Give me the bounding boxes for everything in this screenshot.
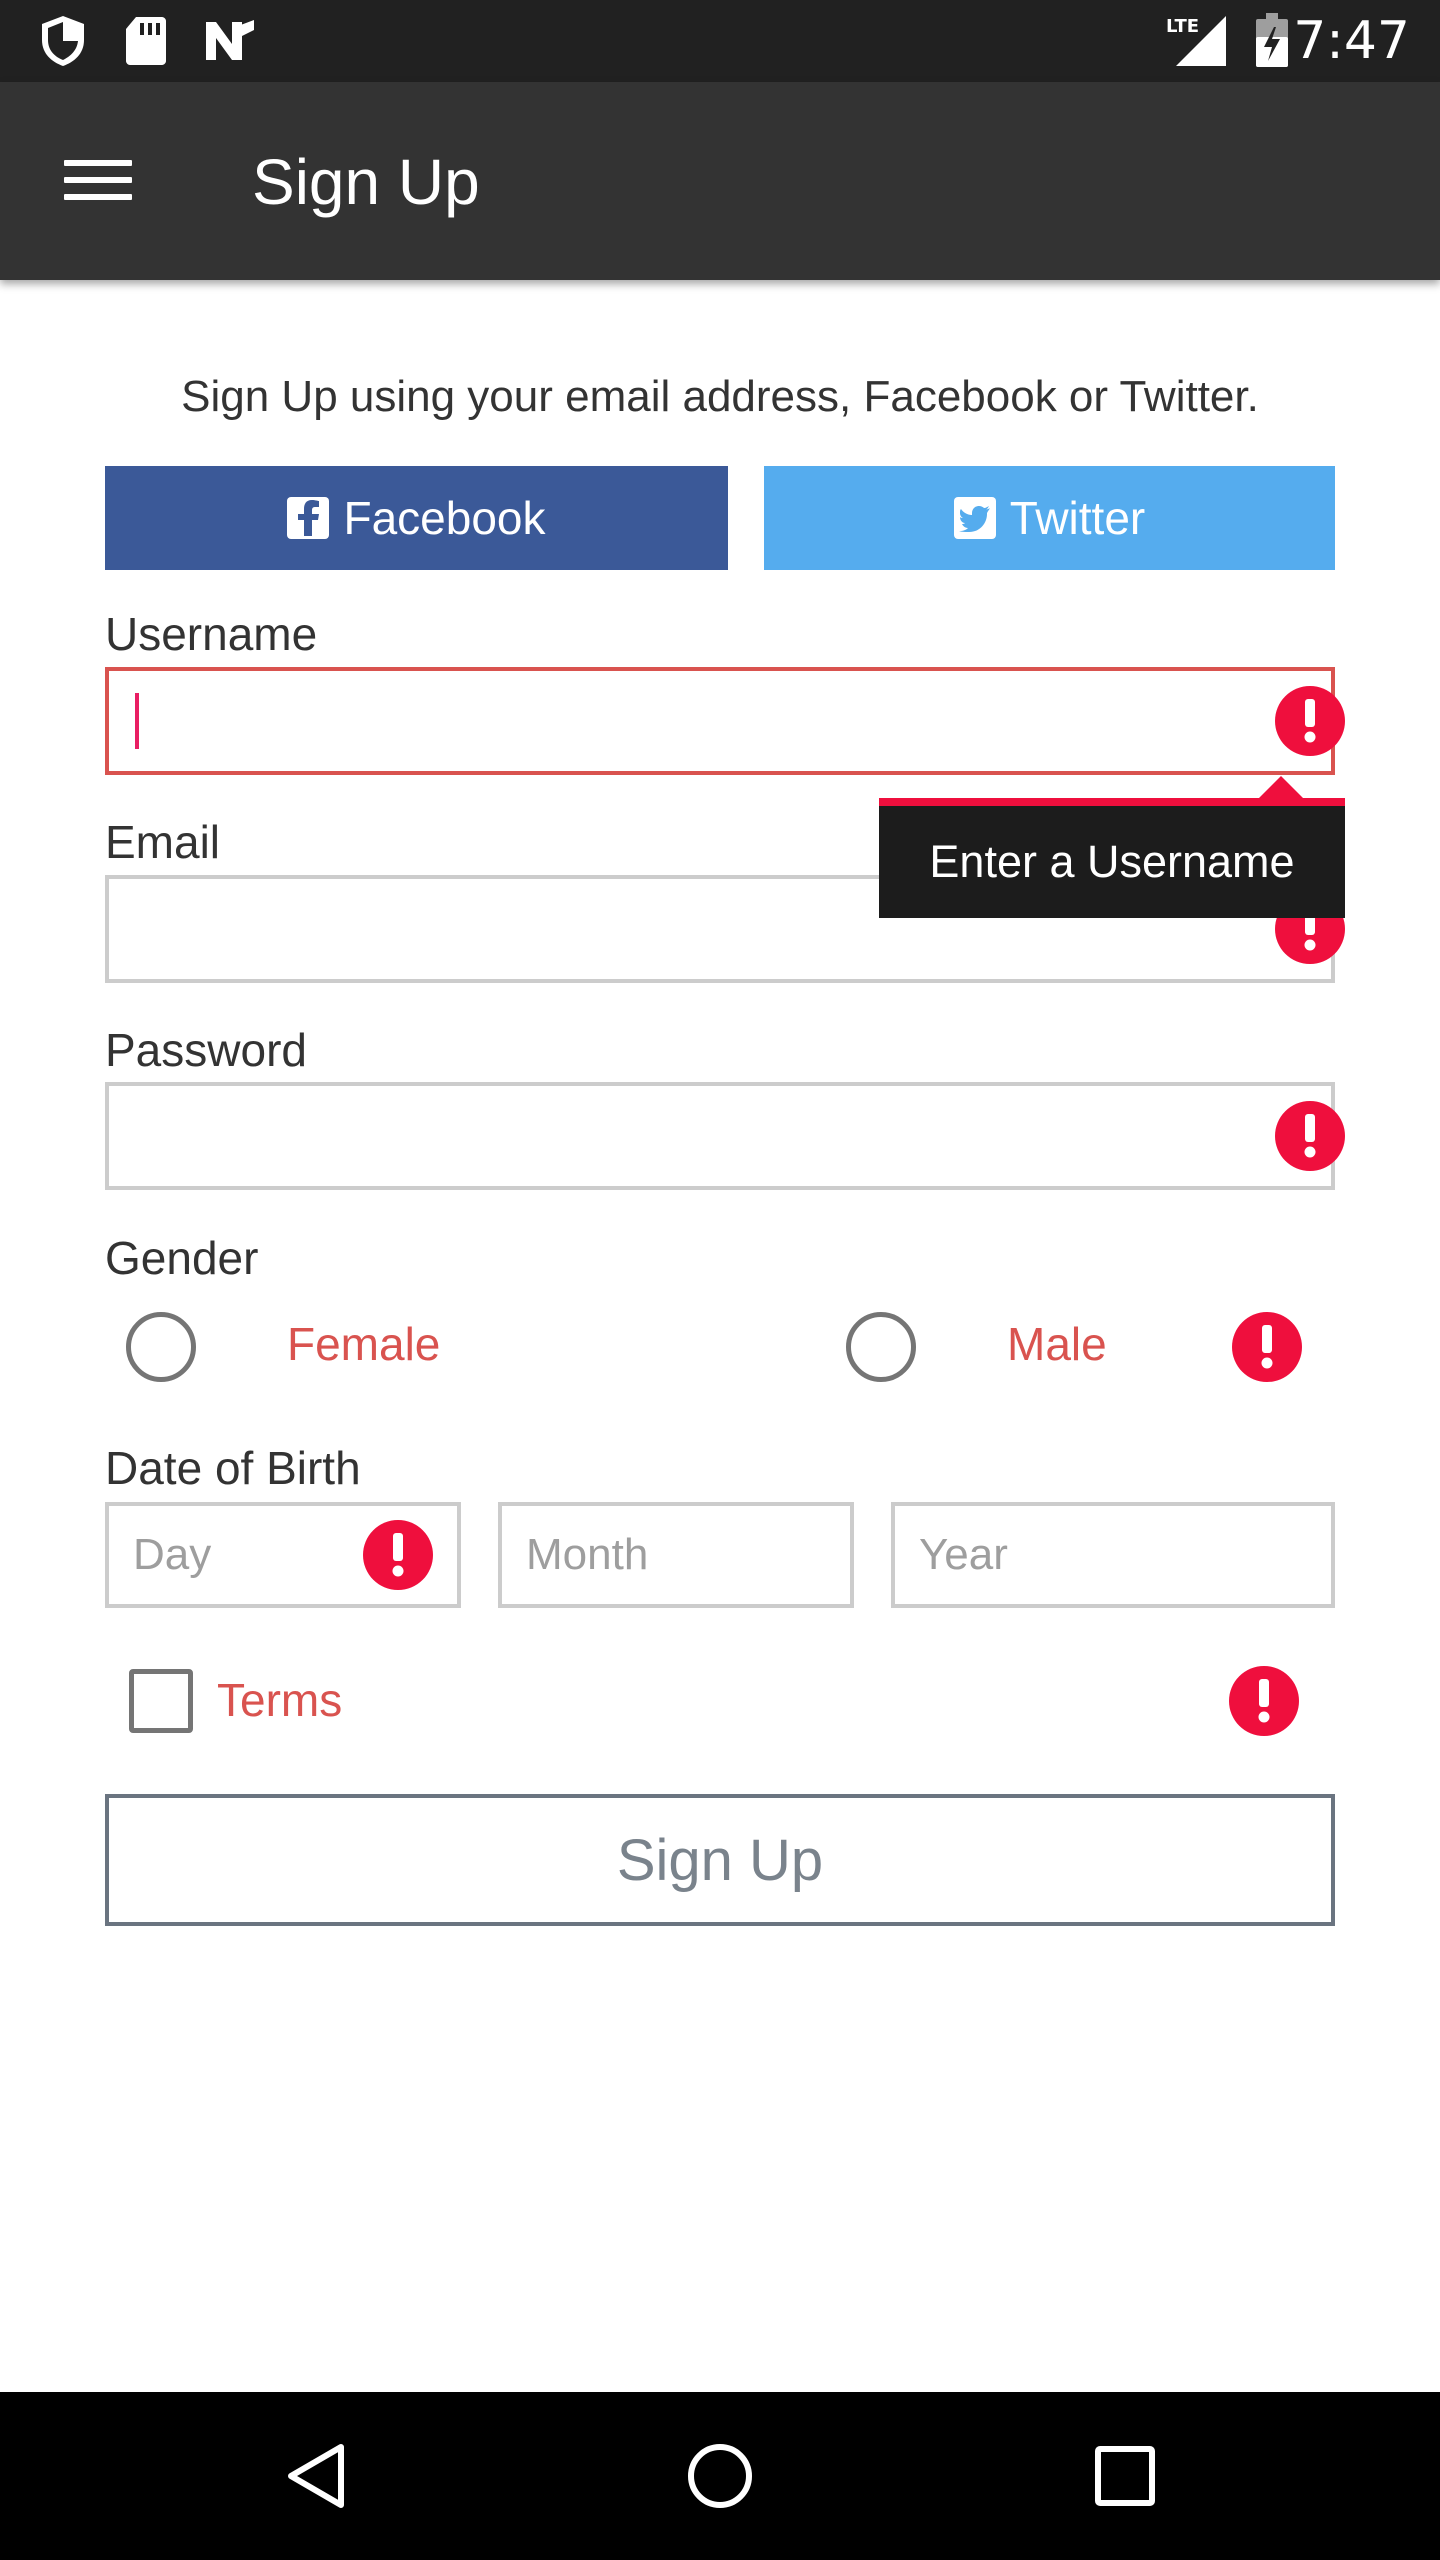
error-icon (1275, 686, 1345, 756)
day-placeholder: Day (133, 1530, 212, 1579)
app-bar: Sign Up (0, 82, 1440, 280)
dob-day-input[interactable]: Day (105, 1502, 461, 1608)
sign-up-button[interactable]: Sign Up (105, 1794, 1335, 1926)
error-icon (1232, 1312, 1302, 1382)
intro-text: Sign Up using your email address, Facebo… (181, 372, 1259, 421)
sd-card-icon (122, 14, 170, 68)
twitter-icon (953, 497, 996, 539)
month-placeholder: Month (526, 1530, 649, 1579)
page-title: Sign Up (252, 146, 480, 218)
password-label: Password (105, 1024, 307, 1076)
facebook-icon (287, 497, 330, 539)
year-placeholder: Year (919, 1530, 1008, 1579)
lte-signal-icon: LTE (1164, 14, 1230, 68)
facebook-button[interactable]: Facebook (105, 466, 728, 570)
error-icon (363, 1520, 433, 1590)
shield-icon (36, 14, 90, 68)
twitter-button[interactable]: Twitter (764, 466, 1335, 570)
text-caret (135, 693, 139, 749)
dob-label: Date of Birth (105, 1442, 361, 1494)
terms-checkbox[interactable] (129, 1669, 193, 1733)
status-bar: LTE 7:47 (0, 0, 1440, 82)
gender-label: Gender (105, 1232, 259, 1284)
lte-text: LTE (1166, 16, 1199, 37)
error-icon (1275, 1101, 1345, 1171)
dob-year-input[interactable]: Year (891, 1502, 1335, 1608)
email-label: Email (105, 816, 221, 868)
battery-icon (1252, 13, 1292, 68)
status-time: 7:47 (1293, 11, 1410, 71)
error-icon (1229, 1666, 1299, 1736)
female-label[interactable]: Female (287, 1314, 440, 1374)
radio-male[interactable] (846, 1312, 916, 1382)
terms-label[interactable]: Terms (217, 1670, 342, 1730)
tooltip-arrow (1259, 776, 1303, 798)
dob-month-input[interactable]: Month (498, 1502, 854, 1608)
username-error-tooltip: Enter a Username (879, 798, 1345, 918)
hamburger-menu-icon[interactable] (52, 140, 144, 220)
password-input[interactable] (105, 1082, 1345, 1190)
radio-female[interactable] (126, 1312, 196, 1382)
facebook-label: Facebook (343, 492, 546, 544)
recents-icon[interactable] (1085, 2436, 1165, 2516)
navigation-bar (0, 2392, 1440, 2560)
male-label[interactable]: Male (1007, 1314, 1107, 1374)
home-icon[interactable] (680, 2436, 760, 2516)
username-label: Username (105, 608, 318, 660)
n-logo-icon (200, 14, 260, 68)
twitter-label: Twitter (1009, 492, 1146, 544)
back-icon[interactable] (276, 2436, 356, 2516)
username-input[interactable] (105, 667, 1345, 775)
